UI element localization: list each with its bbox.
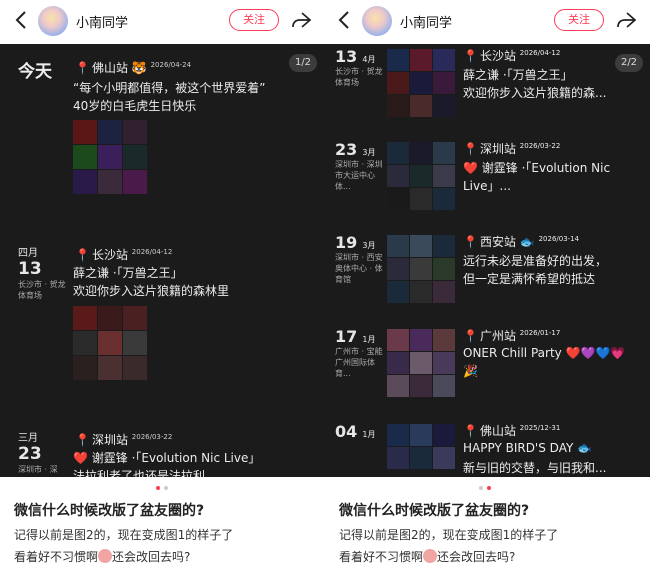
username[interactable]: 小南同学 <box>400 12 452 31</box>
date-column: 13 4月 长沙市 · 贺龙体育场 <box>335 47 383 87</box>
follow-button[interactable]: 关注 <box>554 9 604 31</box>
entry-title: 📍 广州站 2026/01-17 <box>463 329 561 343</box>
share-icon[interactable] <box>290 10 312 30</box>
post-title: 微信什么时候改版了盆友圈的? <box>14 503 205 519</box>
avatar[interactable] <box>38 6 68 36</box>
post-body-line: 记得以前是图2的，现在变成图1的样子了 <box>14 528 234 542</box>
post-title: 微信什么时候改版了盆友圈的? <box>339 503 530 519</box>
entry-text-line: “每个小明都值得，被这个世界爱着” <box>73 81 266 95</box>
entry-text-line: 远行未必是准备好的出发， <box>463 254 608 268</box>
entry-title: 📍 长沙站 2026/04-12 <box>463 49 561 63</box>
photo-grid[interactable] <box>73 120 147 194</box>
entry-text-line: 新与旧的交替，与旧我和... <box>463 461 607 475</box>
avatar[interactable] <box>362 6 392 36</box>
face-emoji-icon <box>423 549 438 563</box>
entry-text-line: HAPPY BIRD'S DAY 🐟 <box>463 441 593 455</box>
entry-text-line: 40岁的白毛虎生日快乐 <box>73 99 197 113</box>
post-body-line: 记得以前是图2的，现在变成图1的样子了 <box>339 528 559 542</box>
entry-title: 📍 深圳站 2026/03-22 <box>75 433 173 447</box>
top-bar: 小南同学 关注 <box>325 0 650 42</box>
pin-icon: 📍 <box>75 433 90 447</box>
back-arrow-icon[interactable] <box>335 9 355 31</box>
pager-dot-active <box>156 486 160 490</box>
photo-grid[interactable] <box>387 329 455 397</box>
screenshot-left: 小南同学 关注 1/2 今天 📍 佛山站 🐯 2026/04-24 “每个小明都值… <box>0 0 325 579</box>
entry-title: 📍 长沙站 2026/04-12 <box>75 248 173 262</box>
entry-title: 📍 佛山站 🐯 2026/04-24 <box>75 61 192 75</box>
date-column: 四月 13 长沙市 · 贺龙体育场 <box>18 248 66 300</box>
pin-icon: 📍 <box>75 248 90 262</box>
entry-text-line: 薛之谦 ·「万兽之王」 <box>73 266 183 280</box>
username[interactable]: 小南同学 <box>76 12 128 31</box>
pin-icon: 📍 <box>75 61 90 75</box>
date-column: 三月 23 深圳市 · 深 <box>18 433 58 474</box>
entry-title: 📍 深圳站 2026/03-22 <box>463 142 561 156</box>
entry-text-line: 🎉 <box>463 364 478 378</box>
entry-text-line: ONER Chill Party ❤️💜💙💗 <box>463 346 626 360</box>
photo-grid[interactable] <box>73 306 147 380</box>
face-emoji-icon <box>98 549 113 563</box>
back-arrow-icon[interactable] <box>12 9 32 31</box>
pager-dot <box>479 486 483 490</box>
post-body-line: 看着好不习惯啊 还会改回去吗? <box>339 549 516 564</box>
pager-dots <box>154 486 170 490</box>
entry-text-line: Live」... <box>463 179 511 193</box>
post-body-line: 看着好不习惯啊 还会改回去吗? <box>14 549 191 564</box>
entry-text-line: 但一定是满怀希望的抵达 <box>463 272 596 286</box>
photo-grid[interactable] <box>387 49 455 117</box>
entry-text-line: 欢迎你步入这片狼籍的森林里 <box>73 284 230 298</box>
entry-title: 📍 西安站 🐟 2026/03-14 <box>463 235 580 249</box>
photo-grid[interactable] <box>387 424 455 469</box>
date-column: 23 3月 深圳市 · 深圳市大运中心体... <box>335 140 383 191</box>
follow-button[interactable]: 关注 <box>229 9 279 31</box>
album-timeline[interactable]: 1/2 今天 📍 佛山站 🐯 2026/04-24 “每个小明都值得，被这个世界爱… <box>0 44 325 477</box>
entry-text-line: 法拉利老了也还是法拉利 <box>73 469 206 477</box>
page-counter: 2/2 <box>615 54 643 72</box>
top-bar: 小南同学 关注 <box>0 0 325 42</box>
date-column: 04 1月 <box>335 422 376 441</box>
pager-dot <box>164 486 168 490</box>
share-icon[interactable] <box>615 10 637 30</box>
entry-text-line: 薛之谦 ·「万兽之王」 <box>463 68 573 82</box>
entry-text-line: 欢迎你步入这片狼籍的森... <box>463 86 607 100</box>
date-column: 17 1月 广州市 · 宝能广州国际体育... <box>335 327 383 378</box>
album-timeline[interactable]: 2/2 13 4月 长沙市 · 贺龙体育场 📍 长沙站 2026/04-12 薛之谦… <box>325 44 650 477</box>
entry-text-line: ❤️ 谢霆锋 ·「Evolution Nic Live」 <box>73 451 261 465</box>
photo-grid[interactable] <box>387 235 455 303</box>
screenshot-right: 小南同学 关注 2/2 13 4月 长沙市 · 贺龙体育场 📍 长沙站 2026/0… <box>325 0 650 579</box>
date-today: 今天 <box>18 62 52 82</box>
entry-title: 📍 佛山站 2025/12-31 <box>463 424 561 438</box>
page-counter: 1/2 <box>289 54 317 72</box>
date-column: 19 3月 深圳市 · 西安奥体中心 · 体育馆 <box>335 233 383 284</box>
pager-dots <box>477 486 493 490</box>
photo-grid[interactable] <box>387 142 455 210</box>
pager-dot-active <box>487 486 491 490</box>
entry-text-line: ❤️ 谢霆锋 ·「Evolution Nic <box>463 161 611 175</box>
